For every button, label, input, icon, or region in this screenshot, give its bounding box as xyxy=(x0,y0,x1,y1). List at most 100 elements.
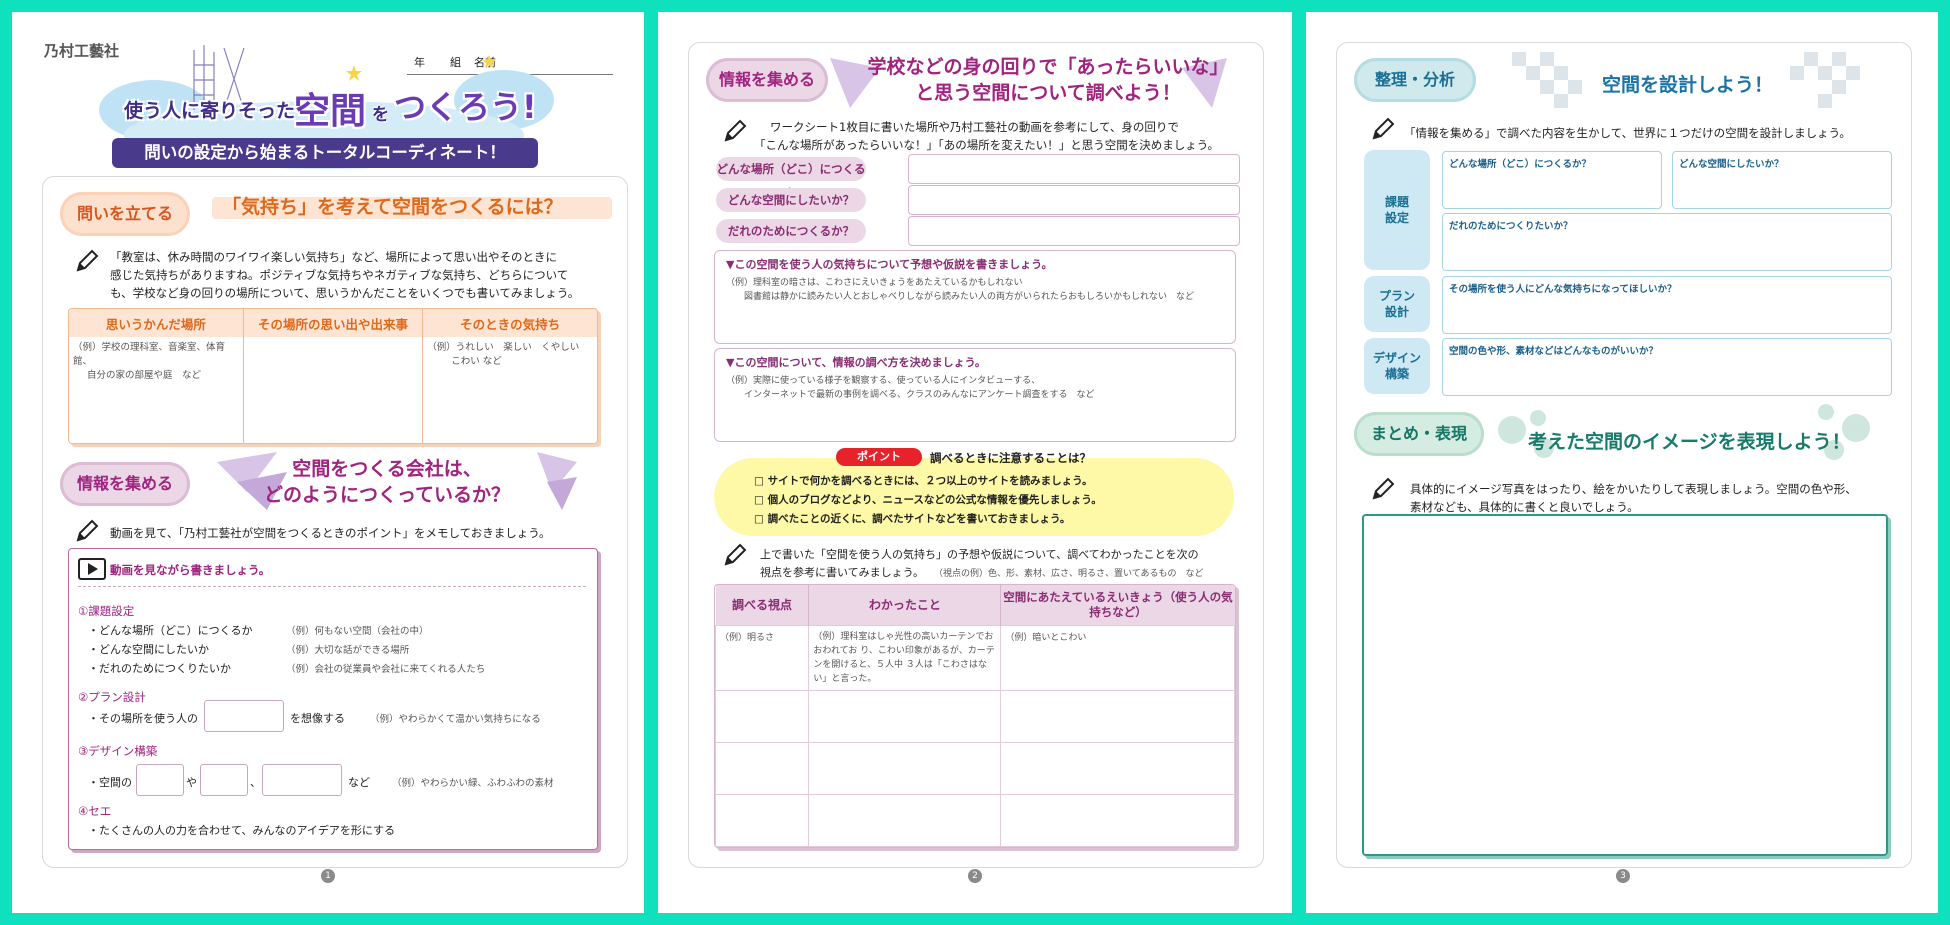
play-icon[interactable] xyxy=(78,558,106,580)
research-cell[interactable]: （例）理科室はしゃ光性の高いカーテンでおおわれてお り、こわい印象があるが、カー… xyxy=(808,624,1002,691)
research-cell[interactable] xyxy=(808,793,1002,847)
research-cell[interactable]: （例）明るさ xyxy=(715,624,810,691)
section-pill-analyze: 整理・分析 xyxy=(1354,58,1476,102)
research-cell[interactable] xyxy=(1000,793,1235,847)
item4-row: ・たくさんの人の力を合わせて、みんなのアイデアを形にする xyxy=(88,824,396,837)
item1-example: （例）大切な話ができる場所 xyxy=(286,645,410,656)
design-cell[interactable]: 空間の色や形、素材などはどんなものがいいか？ xyxy=(1442,338,1892,396)
decor-checker xyxy=(1512,52,1582,108)
p3-intro: 「情報を集める」で調べた内容を生かして、世界に１つだけの空間を設計しましょう。 xyxy=(1404,126,1851,140)
item3-input-box[interactable] xyxy=(262,764,342,796)
page-number: 3 xyxy=(1616,869,1630,883)
method-example: （例）実際に使っている様子を観察する、使っている人にインタビューする、 xyxy=(726,376,1041,386)
pencil-icon xyxy=(76,519,99,542)
row-label-text: デザイン xyxy=(1372,351,1421,365)
page-number: 1 xyxy=(321,869,335,883)
item1-row: ・だれのためにつくりたいか xyxy=(88,662,231,675)
item3-heading: ③デザイン構築 xyxy=(78,744,158,758)
expression-drawing-area[interactable] xyxy=(1362,514,1888,856)
item1-example: （例）何もない空間（会社の中） xyxy=(286,626,429,637)
section-pill-gather: 情報を集める xyxy=(60,462,190,506)
design-cell-prompt: だれのためにつくりたいか？ xyxy=(1449,221,1573,232)
pencil-icon xyxy=(1372,117,1395,140)
item3-comma: 、 xyxy=(250,776,261,789)
s2-body: 動画を見て、「乃村工藝社が空間をつくるときのポイント」をメモしておきましょう。 xyxy=(110,526,551,540)
research-cell[interactable] xyxy=(1000,741,1235,795)
row-label-plan: プラン 設計 xyxy=(1364,276,1430,332)
design-cell-prompt: その場所を使う人にどんな気持ちになってほしいか？ xyxy=(1449,284,1677,295)
row-label-text: プラン xyxy=(1378,289,1415,303)
item1-row: ・どんな空間にしたいか xyxy=(88,643,209,656)
s1-body-line3: も、学校など身の回りの場所について、思いうかんだことをいくつでも書いてみましょう… xyxy=(110,286,580,300)
section-pill-gather: 情報を集める xyxy=(706,58,828,102)
hypothesis-title: ▼この空間を使う人の気持ちについて予想や仮説を書きましょう。 xyxy=(726,258,1053,271)
research-cell[interactable] xyxy=(715,689,810,743)
s1-table: 思いうかんだ場所 その場所の思い出や出来事 そのときの気持ち （例）学校の理科室… xyxy=(68,308,598,444)
item4-heading: ④セエ xyxy=(78,804,112,818)
pencil-icon xyxy=(1372,477,1395,500)
item2-input-box[interactable] xyxy=(204,700,284,732)
s1-body-line1: 「教室は、休み時間のワイワイ楽しい気持ち」など、場所によって思い出やそのときに xyxy=(110,250,558,264)
section2-title-line1: 空間をつくる会社は、 xyxy=(292,458,482,480)
p2-body2-line1: 上で書いた「空間を使う人の気持ち」の予想や仮説について、調べてわかったことを次の xyxy=(760,548,1199,561)
design-cell-prompt: どんな場所（どこ）につくるか？ xyxy=(1449,159,1592,170)
design-cell[interactable]: どんな空間にしたいか？ xyxy=(1672,151,1892,209)
research-cell[interactable] xyxy=(808,689,1002,743)
research-cell[interactable] xyxy=(715,793,810,847)
example-text: （例）学校の理科室、音楽室、体育館、 xyxy=(73,342,226,367)
s1-cell-feeling[interactable]: （例）うれしい 楽しい くやしい こわい など xyxy=(423,337,597,443)
point-item: □ サイトで何かを調べるときには、２つ以上のサイトを読みましょう。 xyxy=(754,475,1093,487)
banner-title-particle: を xyxy=(372,105,389,125)
page2-title-line1: 学校などの身の回りで「あったらいいな」 xyxy=(867,56,1229,78)
field-label-for-whom: だれのためにつくるか？ xyxy=(716,219,866,243)
field-input-space[interactable] xyxy=(908,185,1240,215)
p3-body2-line1: 具体的にイメージ写真をはったり、絵をかいたりして表現しましょう。空間の色や形、 xyxy=(1410,482,1857,496)
research-table: 調べる視点 わかったこと 空間にあたえているえいきょう（使う人の気持ちなど） （… xyxy=(714,584,1236,848)
worksheet-page-3: 整理・分析 空間を設計しよう！ 「情報を集める」で調べた内容を生かして、世界に１… xyxy=(1306,12,1938,913)
field-label-place: どんな場所（どこ）につくるか xyxy=(716,157,866,200)
row-label-issue: 課題 設定 xyxy=(1364,150,1430,270)
method-example: インターネットで最新の事例を調べる、クラスのみんなにアンケート調査をする など xyxy=(744,390,1095,400)
research-cell[interactable] xyxy=(715,741,810,795)
item2-prefix: ・その場所を使う人の xyxy=(88,712,198,725)
example-text: 自分の家の部屋や庭 など xyxy=(87,370,202,381)
item3-input-box[interactable] xyxy=(200,764,248,796)
item3-example: （例）やわらかい緑、ふわふわの素材 xyxy=(392,778,554,789)
p2-intro-line2: 「こんな場所があったらいいな！」「あの場所を変えたい！」と思う空間を決めましょう… xyxy=(754,138,1220,152)
s1-cell-place[interactable]: （例）学校の理科室、音楽室、体育館、 自分の家の部屋や庭 など xyxy=(69,337,244,443)
p2-intro-line1: ワークシート1枚目に書いた場所や乃村工藝社の動画を参考にして、身の回りで xyxy=(770,120,1179,134)
title-banner: 使う人に寄りそった 空間 を つくろう! 問いの設定から始まるトータルコーディネ… xyxy=(94,40,554,180)
hypothesis-example: 図書館は静かに読みたい人とおしゃべりしながら読みたい人の両方がいられたらおもしろ… xyxy=(744,292,1195,302)
design-cell[interactable]: どんな場所（どこ）につくるか？ xyxy=(1442,151,1662,209)
item3-nado: など xyxy=(348,776,370,789)
row-label-text: 課題 xyxy=(1384,195,1409,209)
point-item: □ 個人のブログなどより、ニュースなどの公式な情報を優先しましょう。 xyxy=(754,494,1102,506)
field-label-space: どんな空間にしたいか？ xyxy=(716,188,866,212)
research-cell[interactable] xyxy=(808,741,1002,795)
research-cell[interactable] xyxy=(1000,689,1235,743)
banner-title-suffix: つくろう! xyxy=(394,88,537,126)
research-cell[interactable]: （例）暗いとこわい xyxy=(1000,624,1235,691)
design-cell[interactable]: その場所を使う人にどんな気持ちになってほしいか？ xyxy=(1442,276,1892,334)
banner-title-main: 空間 xyxy=(294,91,367,132)
page-number: 2 xyxy=(968,869,982,883)
field-input-for-whom[interactable] xyxy=(908,216,1240,246)
design-cell[interactable]: だれのためにつくりたいか？ xyxy=(1442,213,1892,271)
example-text: （例）うれしい 楽しい くやしい xyxy=(427,342,580,353)
worksheet-page-2: 情報を集める 学校などの身の回りで「あったらいいな」 と思う空間について調べよう… xyxy=(658,12,1292,913)
divider xyxy=(78,586,586,587)
section-pill-question: 問いを立てる xyxy=(60,192,190,236)
decor-triangles-right xyxy=(537,452,577,510)
s1-col-header: その場所の思い出や出来事 xyxy=(243,309,424,337)
item1-heading: ①課題設定 xyxy=(78,604,135,618)
page2-title: 学校などの身の回りで「あったらいいな」 と思う空間について調べよう！ xyxy=(838,54,1258,106)
section-pill-summary: まとめ・表現 xyxy=(1354,412,1484,456)
item3-input-box[interactable] xyxy=(136,764,184,796)
research-col-header: 空間にあたえているえいきょう（使う人の気持ちなど） xyxy=(1003,589,1233,619)
design-cell-prompt: どんな空間にしたいか？ xyxy=(1679,159,1784,170)
s1-cell-memory[interactable] xyxy=(243,337,424,443)
field-input-place[interactable] xyxy=(908,154,1240,184)
s1-col-header: そのときの気持ち xyxy=(460,316,561,332)
section2-title-line2: どのようにつくっているか？ xyxy=(263,484,511,506)
p2-body2-line2: 視点を参考に書いてみましょう。 xyxy=(760,566,925,579)
